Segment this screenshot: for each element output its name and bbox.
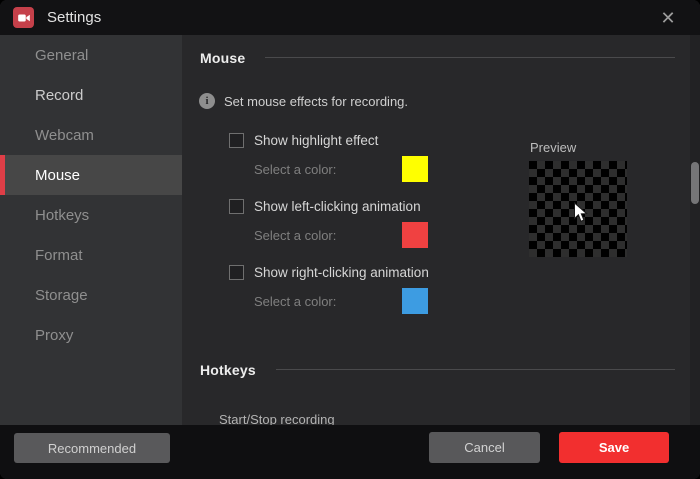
- footer-bar: Recommended Cancel Save: [0, 425, 700, 479]
- sidebar-item-label: Record: [35, 86, 84, 104]
- sidebar-item-label: Storage: [35, 286, 88, 304]
- option-label: Show right-clicking animation: [254, 264, 429, 280]
- cursor-icon: [574, 202, 588, 222]
- sidebar-item-label: Hotkeys: [35, 206, 90, 224]
- recommended-button[interactable]: Recommended: [14, 433, 170, 463]
- recorder-logo-icon: [13, 7, 34, 28]
- video-camera-icon: [17, 14, 30, 21]
- sidebar-item[interactable]: Storage: [0, 275, 182, 315]
- info-row: i Set mouse effects for recording.: [199, 92, 700, 110]
- option-checkbox[interactable]: [229, 132, 244, 148]
- info-icon: i: [199, 93, 215, 109]
- sidebar-item[interactable]: Mouse: [0, 155, 182, 195]
- option-label: Show left-clicking animation: [254, 198, 421, 214]
- settings-window: Settings ✕ General Record Webcam Mouse H…: [0, 0, 700, 479]
- sidebar-item[interactable]: Hotkeys: [0, 195, 182, 235]
- sidebar-item[interactable]: Format: [0, 235, 182, 275]
- select-color-label: Select a color:: [254, 293, 337, 309]
- close-icon[interactable]: ✕: [648, 0, 688, 35]
- color-swatch[interactable]: [402, 222, 428, 248]
- sidebar-item[interactable]: Webcam: [0, 115, 182, 155]
- main-panel: Mouse i Set mouse effects for recording.…: [182, 35, 700, 425]
- color-swatch[interactable]: [402, 156, 428, 182]
- sidebar-item[interactable]: Proxy: [0, 315, 182, 355]
- section-divider: [275, 369, 675, 370]
- color-swatch[interactable]: [402, 288, 428, 314]
- option-checkbox[interactable]: [229, 198, 244, 214]
- scrollbar-track[interactable]: [690, 35, 700, 425]
- page-title: Settings: [47, 9, 102, 26]
- mouse-section-header: Mouse: [200, 48, 687, 67]
- option-checkbox[interactable]: [229, 264, 244, 280]
- title-bar: Settings ✕: [0, 0, 700, 35]
- preview-checkerboard: [529, 161, 627, 257]
- option-label: Show highlight effect: [254, 132, 379, 148]
- checkbox-row: Show right-clicking animation: [229, 264, 700, 280]
- save-button[interactable]: Save: [559, 432, 669, 463]
- mouse-section-title: Mouse: [200, 49, 246, 66]
- checkbox-row: Show left-clicking animation: [229, 198, 700, 214]
- color-row: Select a color:: [254, 288, 700, 314]
- select-color-label: Select a color:: [254, 227, 337, 243]
- sidebar-item[interactable]: General: [0, 35, 182, 75]
- sidebar-item-label: General: [35, 46, 89, 64]
- hotkey-item-label: Start/Stop recording: [219, 412, 335, 425]
- sidebar-item[interactable]: Record: [0, 75, 182, 115]
- sidebar-item-label: Proxy: [35, 326, 74, 344]
- selected-accent-bar: [0, 155, 5, 195]
- preview-label: Preview: [530, 140, 577, 155]
- color-row: Select a color:: [254, 156, 700, 182]
- hotkeys-section-header: Hotkeys: [200, 360, 687, 379]
- cancel-button[interactable]: Cancel: [429, 432, 540, 463]
- sidebar-item-label: Mouse: [35, 166, 81, 184]
- color-row: Select a color:: [254, 222, 700, 248]
- mouse-option-group: Show right-clicking animation Select a c…: [182, 264, 700, 314]
- scrollbar-thumb[interactable]: [691, 162, 699, 204]
- sidebar-item-label: Format: [35, 246, 83, 264]
- checkbox-row: Show highlight effect: [229, 132, 700, 148]
- info-text: Set mouse effects for recording.: [224, 93, 409, 109]
- hotkeys-section-title: Hotkeys: [200, 361, 256, 378]
- settings-sidebar: General Record Webcam Mouse Hotkeys Form…: [0, 35, 182, 425]
- select-color-label: Select a color:: [254, 161, 337, 177]
- sidebar-item-label: Webcam: [35, 126, 94, 144]
- section-divider: [265, 57, 675, 58]
- preview-area: Preview: [529, 140, 627, 257]
